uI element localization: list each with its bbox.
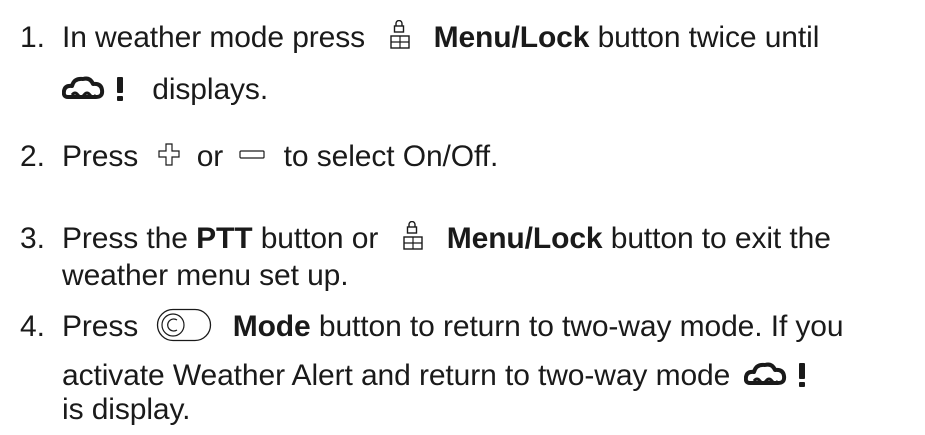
weather-alert-icon [744,359,822,389]
menu-lock-label: Menu/Lock [446,222,603,255]
step-text: button or [260,222,379,255]
step-text: In weather mode press [62,21,366,54]
minus-icon [239,149,266,161]
step-text: activate Weather Alert and return to two… [62,359,731,392]
mode-label: Mode [232,310,311,343]
plus-icon [158,143,181,167]
step-text: Press the [62,222,188,255]
step-text: button to exit the [610,222,831,255]
menu-lock-icon [387,20,413,50]
step-number: 2. [20,140,45,173]
step-number: 1. [20,21,45,54]
step-text: Press [62,140,139,173]
step-text: or [196,140,224,173]
step-number: 4. [20,310,45,343]
step-text: displays. [152,73,269,106]
step-text: weather menu set up. [62,259,349,292]
ptt-label: PTT [196,222,253,255]
step-text: is display. [62,393,191,426]
weather-alert-icon [62,73,140,103]
step-text: to select On/Off. [283,140,499,173]
step-text: button to return to two-way mode. If you [318,310,844,343]
menu-lock-label: Menu/Lock [433,21,590,54]
step-number: 3. [20,222,45,255]
step-text: Press [62,310,139,343]
step-text: button twice until [597,21,820,54]
mode-icon [156,308,212,342]
menu-lock-icon [400,221,426,251]
